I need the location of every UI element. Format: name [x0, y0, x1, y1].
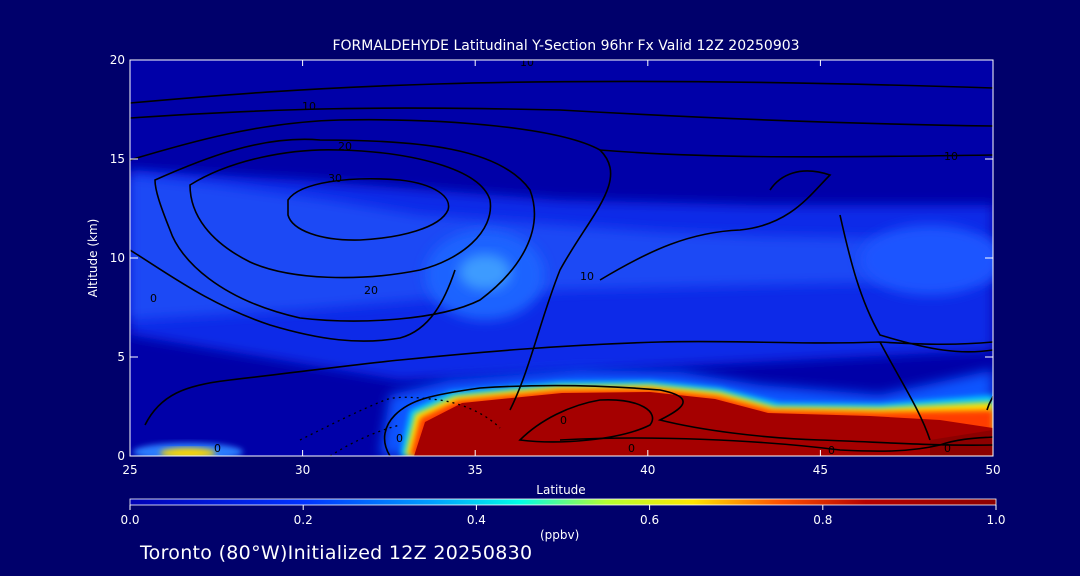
colorbar-tick-label: 0.4: [467, 513, 486, 527]
x-tick-label: 50: [985, 463, 1000, 477]
x-tick-label: 30: [295, 463, 310, 477]
colorbar-tick-label: 0.0: [120, 513, 139, 527]
contour-label: 10: [944, 150, 958, 163]
y-tick-label: 10: [110, 251, 125, 265]
colorbar-tick-label: 0.8: [813, 513, 832, 527]
y-tick-label: 20: [110, 53, 125, 67]
y-tick-label: 0: [117, 449, 125, 463]
formaldehyde-cross-section-chart: FORMALDEHYDE Latitudinal Y-Section 96hr …: [86, 38, 1006, 527]
contour-label: 0: [150, 292, 157, 305]
contour-label: 20: [338, 140, 352, 153]
mid-level-core: [459, 254, 511, 290]
chart-title: FORMALDEHYDE Latitudinal Y-Section 96hr …: [332, 38, 799, 54]
contour-label: 20: [364, 284, 378, 297]
x-axis-label: Latitude: [536, 483, 585, 497]
y-tick-label: 5: [117, 350, 125, 364]
colorbar-units: (ppbv): [540, 528, 580, 542]
contour-label: 0: [214, 442, 221, 455]
northern-mid-level-patch: [860, 225, 993, 295]
x-tick-label: 35: [468, 463, 483, 477]
contour-label: 10: [520, 56, 534, 69]
contour-label: 10: [302, 100, 316, 113]
contour-label: 0: [944, 442, 951, 455]
plot-area: 10 20 30 20 10 0 10 10 0 0 0 0 0 0: [130, 56, 993, 457]
contour-label: 0: [828, 444, 835, 457]
x-tick-label: 25: [122, 463, 137, 477]
contour-label: 0: [396, 432, 403, 445]
contour-label: 30: [328, 172, 342, 185]
colorbar: [129, 498, 997, 506]
contour-label: 0: [628, 442, 635, 455]
colorbar-tick-label: 0.2: [294, 513, 313, 527]
contour-label: 0: [560, 414, 567, 427]
y-axis-label: Altitude (km): [86, 219, 100, 298]
contour-label: 10: [580, 270, 594, 283]
colorbar-tick-label: 1.0: [986, 513, 1005, 527]
x-tick-label: 45: [813, 463, 828, 477]
y-tick-label: 15: [110, 152, 125, 166]
x-tick-label: 40: [640, 463, 655, 477]
colorbar-tick-label: 0.6: [640, 513, 659, 527]
colorbar-ticks: 0.0 0.2 0.4 0.6 0.8 1.0: [120, 505, 1006, 527]
footer-location: Toronto (80°W)Initialized 12Z 20250830: [140, 542, 533, 564]
